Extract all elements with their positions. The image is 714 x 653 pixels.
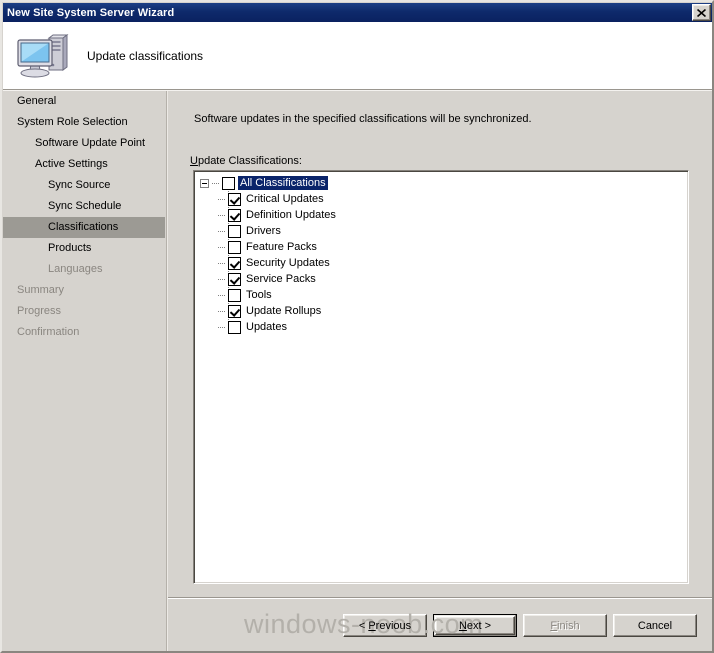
tree-node-updates[interactable]: Updates <box>194 319 688 335</box>
sidebar-item-progress: Progress <box>17 305 62 317</box>
checkbox-drivers[interactable] <box>228 224 241 238</box>
close-icon[interactable] <box>692 4 711 21</box>
footer-divider-highlight <box>168 598 712 599</box>
wizard-header: Update classifications <box>3 22 712 89</box>
checkbox-definition-updates[interactable] <box>228 208 241 222</box>
tree-node-drivers[interactable]: Drivers <box>194 223 688 239</box>
tree-connector <box>218 278 226 280</box>
wizard-body: General System Role Selection Software U… <box>3 91 712 651</box>
tree-connector <box>218 262 226 264</box>
tree-node-definition-updates[interactable]: Definition Updates <box>194 207 688 223</box>
sidebar-item-languages: Languages <box>48 263 103 275</box>
window-title: New Site System Server Wizard <box>7 6 175 19</box>
checkbox-feature-packs[interactable] <box>228 240 241 254</box>
tree-connector <box>218 246 226 248</box>
tree-node-label: Definition Updates <box>246 209 336 221</box>
previous-button[interactable]: < Previous <box>343 614 427 637</box>
tree-node-label: Critical Updates <box>246 193 324 205</box>
tree-connector <box>218 230 226 232</box>
sidebar-item-active-settings[interactable]: Active Settings <box>3 154 165 175</box>
tree-connector <box>218 198 226 200</box>
tree-connector <box>212 182 220 184</box>
update-classifications-label: Update Classifications: <box>190 155 302 167</box>
wizard-steps-sidebar: General System Role Selection Software U… <box>3 91 165 651</box>
tree-node-label: Feature Packs <box>246 241 317 253</box>
tree-node-feature-packs[interactable]: Feature Packs <box>194 239 688 255</box>
checkbox-all-classifications[interactable] <box>222 176 235 190</box>
server-computer-icon <box>13 30 71 82</box>
checkbox-update-rollups[interactable] <box>228 304 241 318</box>
tree-node-update-rollups[interactable]: Update Rollups <box>194 303 688 319</box>
checkbox-tools[interactable] <box>228 288 241 302</box>
checkbox-critical-updates[interactable] <box>228 192 241 206</box>
next-accelerator: N <box>458 619 467 632</box>
tree-connector <box>218 310 226 312</box>
tree-node-label: Tools <box>246 289 272 301</box>
description-text: Software updates in the specified classi… <box>194 113 532 125</box>
tree-node-critical-updates[interactable]: Critical Updates <box>194 191 688 207</box>
tree-node-all-classifications[interactable]: All Classifications <box>194 175 688 191</box>
previous-label: revious <box>375 619 412 632</box>
previous-accelerator: P <box>368 619 376 632</box>
sidebar-item-system-role-selection[interactable]: System Role Selection <box>3 112 165 133</box>
tree-node-security-updates[interactable]: Security Updates <box>194 255 688 271</box>
label-rest: pdate Classifications: <box>197 155 302 167</box>
tree-node-label: Service Packs <box>246 273 316 285</box>
tree-node-label: Security Updates <box>246 257 330 269</box>
label-accelerator: U <box>190 155 198 167</box>
tree-node-tools[interactable]: Tools <box>194 287 688 303</box>
wizard-window: New Site System Server Wizard Update cla… <box>0 0 714 653</box>
finish-button: Finish <box>523 614 607 637</box>
title-bar[interactable]: New Site System Server Wizard <box>3 3 712 22</box>
tree-connector <box>218 294 226 296</box>
tree-node-service-packs[interactable]: Service Packs <box>194 271 688 287</box>
checkbox-updates[interactable] <box>228 320 241 334</box>
previous-prefix: < <box>358 619 369 632</box>
cancel-label: Cancel <box>637 619 673 632</box>
sidebar-item-confirmation: Confirmation <box>17 326 80 338</box>
tree-node-label: Drivers <box>246 225 281 237</box>
collapse-minus-icon[interactable] <box>200 178 209 188</box>
wizard-button-bar: < Previous Next > Finish Cancel <box>343 614 697 637</box>
sidebar-item-general[interactable]: General <box>3 91 165 112</box>
sidebar-item-classifications[interactable]: Classifications <box>3 217 165 238</box>
content-pane: Software updates in the specified classi… <box>168 91 712 651</box>
finish-label: inish <box>557 619 580 632</box>
tree-connector <box>218 326 226 328</box>
page-title: Update classifications <box>87 48 204 63</box>
checkbox-security-updates[interactable] <box>228 256 241 270</box>
checkbox-service-packs[interactable] <box>228 272 241 286</box>
tree-node-label: Updates <box>246 321 287 333</box>
sidebar-item-products[interactable]: Products <box>3 238 165 259</box>
tree-node-label: Update Rollups <box>246 305 322 317</box>
sidebar-item-sync-schedule[interactable]: Sync Schedule <box>3 196 165 217</box>
update-classifications-listbox[interactable]: All Classifications Critical Updates Def… <box>193 170 689 584</box>
tree-connector <box>218 214 226 216</box>
next-label: ext > <box>466 619 492 632</box>
tree-node-label: All Classifications <box>238 176 328 190</box>
sidebar-item-software-update-point[interactable]: Software Update Point <box>3 133 165 154</box>
cancel-button[interactable]: Cancel <box>613 614 697 637</box>
sidebar-item-sync-source[interactable]: Sync Source <box>3 175 165 196</box>
next-button[interactable]: Next > <box>433 614 517 637</box>
classification-tree: All Classifications Critical Updates Def… <box>194 171 688 335</box>
sidebar-item-summary: Summary <box>17 284 65 296</box>
